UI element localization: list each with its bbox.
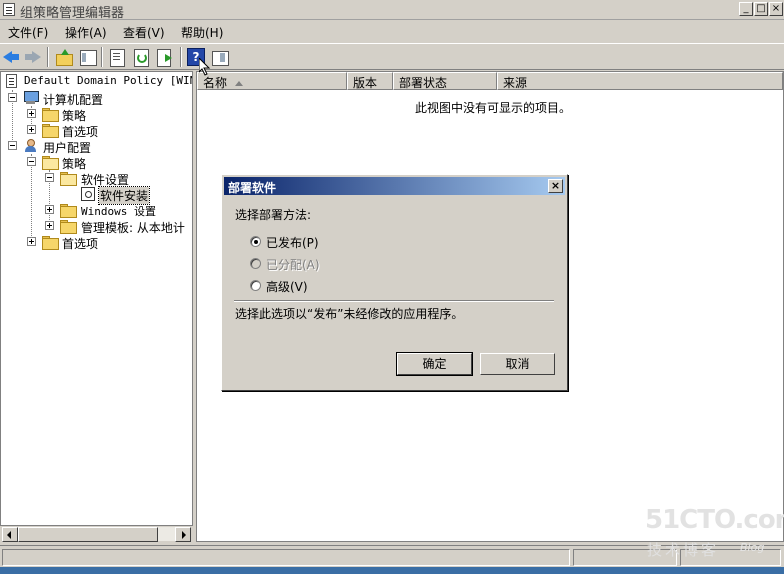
tree-horizontal-scrollbar[interactable] <box>1 526 192 542</box>
minimize-button[interactable]: _ <box>739 2 753 16</box>
dialog-title-bar[interactable]: 部署软件 × <box>224 177 565 195</box>
tree-item-user-preferences[interactable]: 首选项 <box>1 234 191 251</box>
refresh-icon[interactable] <box>132 48 150 67</box>
folder-open-icon <box>42 156 59 170</box>
user-icon <box>23 139 38 153</box>
folder-icon <box>60 220 77 234</box>
collapse-icon[interactable] <box>27 157 36 166</box>
status-pane-main <box>2 549 570 566</box>
console-tree-icon[interactable] <box>79 48 97 66</box>
collapse-icon[interactable] <box>8 141 17 150</box>
watermark-subtitle: 技术博客 <box>647 541 720 559</box>
policy-document-icon <box>6 74 17 88</box>
deploy-method-prompt: 选择部署方法: <box>235 208 312 222</box>
back-arrow-icon[interactable] <box>3 48 21 66</box>
show-hide-pane-icon[interactable] <box>211 48 229 66</box>
properties-icon[interactable] <box>108 48 126 67</box>
tree-root[interactable]: Default Domain Policy [WIN2C <box>4 73 193 89</box>
collapse-icon[interactable] <box>8 93 17 102</box>
folder-icon <box>42 124 59 138</box>
forward-arrow-icon[interactable] <box>24 48 42 66</box>
folder-icon <box>42 236 59 250</box>
dialog-divider <box>234 300 554 302</box>
radio-assigned <box>250 258 261 269</box>
folder-open-icon <box>60 172 77 186</box>
scroll-left-icon[interactable] <box>2 527 18 542</box>
toolbar: ? <box>0 43 784 70</box>
dialog-title: 部署软件 <box>228 181 277 195</box>
expand-icon[interactable] <box>45 205 54 214</box>
tree-item-user-policies[interactable]: 策略 <box>1 154 191 171</box>
tree-item-label: Windows 设置 <box>81 205 156 218</box>
tree-root-label: Default Domain Policy [WIN2C <box>24 74 193 87</box>
export-icon[interactable] <box>156 48 174 67</box>
app-icon <box>3 3 15 16</box>
expand-icon[interactable] <box>27 237 36 246</box>
radio-advanced-label[interactable]: 高级(V) <box>266 278 308 295</box>
console-tree[interactable]: Default Domain Policy [WIN2C 计算机配置 策略 首选… <box>0 71 193 526</box>
toolbar-separator <box>101 47 103 67</box>
watermark-blog: Blog <box>740 541 765 554</box>
menu-action[interactable]: 操作(A) <box>65 24 107 41</box>
watermark-logo: 51CTO.com <box>645 505 784 535</box>
tree-item-policies[interactable]: 策略 <box>1 106 191 123</box>
tree-item-preferences[interactable]: 首选项 <box>1 122 191 139</box>
tree-item-label: 首选项 <box>62 237 99 251</box>
toolbar-separator <box>47 47 49 67</box>
empty-view-message: 此视图中没有可显示的项目。 <box>415 101 572 115</box>
folder-icon <box>60 204 77 218</box>
title-bar[interactable]: 组策略管理编辑器 _ □ × <box>0 0 784 21</box>
scroll-thumb[interactable] <box>18 527 158 542</box>
menu-help[interactable]: 帮助(H) <box>181 24 223 41</box>
tree-item-admin-templates[interactable]: 管理模板: 从本地计 <box>1 218 191 235</box>
scroll-right-icon[interactable] <box>175 527 191 542</box>
option-description: 选择此选项以“发布”未经修改的应用程序。 <box>235 307 464 321</box>
menu-view[interactable]: 查看(V) <box>123 24 165 41</box>
tree-item-software-installation[interactable]: 软件安装 <box>1 186 191 205</box>
tree-item-computer-config[interactable]: 计算机配置 <box>1 90 191 107</box>
collapse-icon[interactable] <box>45 173 54 182</box>
window-title: 组策略管理编辑器 <box>20 6 125 21</box>
menu-file[interactable]: 文件(F) <box>8 24 48 41</box>
sort-ascending-icon <box>235 81 244 86</box>
radio-advanced[interactable] <box>250 280 261 291</box>
watermark: 51CTO.com 技术博客 Blog <box>645 505 784 565</box>
software-package-icon <box>81 187 95 201</box>
deploy-software-dialog[interactable]: 部署软件 × 选择部署方法: 已发布(P) 已分配(A) 高级(V) 选择此选项… <box>221 174 568 391</box>
expand-icon[interactable] <box>45 221 54 230</box>
column-header-label: 名称 <box>203 76 228 90</box>
computer-icon <box>23 91 39 105</box>
folder-up-icon[interactable] <box>55 48 73 66</box>
radio-published-label[interactable]: 已发布(P) <box>266 234 319 251</box>
taskbar-strip <box>0 567 784 574</box>
tree-item-windows-settings[interactable]: Windows 设置 <box>1 202 191 218</box>
tree-item-user-config[interactable]: 用户配置 <box>1 138 191 155</box>
tree-item-software-settings[interactable]: 软件设置 <box>1 170 191 187</box>
column-header-version[interactable]: 版本 <box>347 72 393 90</box>
folder-icon <box>42 108 59 122</box>
menu-bar: 文件(F) 操作(A) 查看(V) 帮助(H) <box>0 20 784 42</box>
expand-icon[interactable] <box>27 125 36 134</box>
radio-published[interactable] <box>250 236 261 247</box>
column-header-source[interactable]: 来源 <box>497 72 783 90</box>
close-button[interactable]: × <box>769 2 783 16</box>
toolbar-separator <box>180 47 182 67</box>
maximize-button[interactable]: □ <box>754 2 768 16</box>
expand-icon[interactable] <box>27 109 36 118</box>
dialog-close-icon[interactable]: × <box>548 179 563 193</box>
column-header-deploy-state[interactable]: 部署状态 <box>393 72 497 90</box>
radio-assigned-label: 已分配(A) <box>266 258 320 272</box>
ok-button[interactable]: 确定 <box>396 352 473 376</box>
column-header-name[interactable]: 名称 <box>197 72 347 90</box>
cancel-button[interactable]: 取消 <box>480 353 555 375</box>
